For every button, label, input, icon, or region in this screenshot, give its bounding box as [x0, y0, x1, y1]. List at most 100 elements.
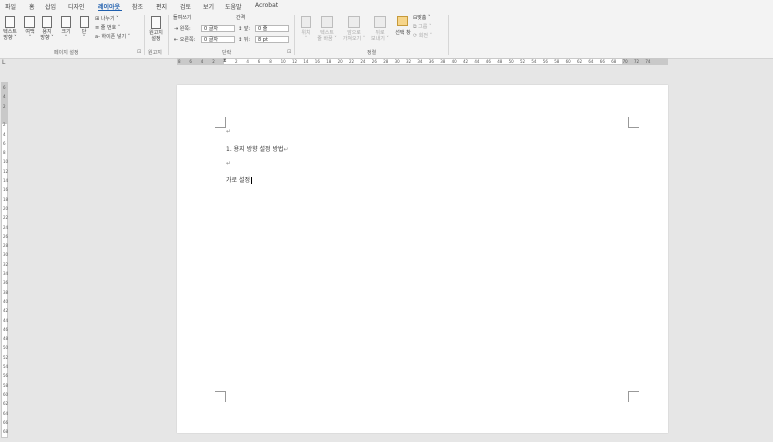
ruler-number: 68 [3, 429, 9, 435]
ruler-number: 62 [577, 59, 583, 64]
body-paragraph[interactable]: 가로 설정 [226, 175, 252, 184]
paragraph-mark: ↵ [226, 160, 232, 167]
ribbon-tab-bar: 파일 홈 삽입 디자인 레이아웃 참조 편지 검토 보기 도움말 Acrobat [0, 0, 773, 13]
line-numbers-icon: ≡ [95, 25, 100, 31]
ruler-number: 64 [3, 410, 9, 416]
bring-forward-icon[interactable] [348, 16, 360, 28]
ruler-number: 30 [394, 59, 400, 64]
selection-pane-button[interactable]: 선택 창 [392, 30, 414, 36]
ruler-number: 24 [360, 59, 366, 64]
send-backward-icon[interactable] [374, 16, 386, 28]
horizontal-ruler[interactable] [177, 58, 668, 65]
bring-forward-label-2: 가져오기 ˅ [342, 36, 366, 42]
tab-stop-selector[interactable]: L [2, 59, 5, 66]
position-icon[interactable] [301, 16, 311, 28]
indent-left-input[interactable]: 0 글자 [201, 25, 235, 32]
crop-mark-bottom-left [215, 391, 226, 402]
ruler-number: 2 [3, 103, 6, 109]
ruler-number: 46 [3, 326, 9, 332]
ruler-number: 8 [269, 59, 272, 64]
columns-button[interactable]: 단 ˅ [77, 29, 91, 41]
body-text: 가로 설정 [226, 177, 250, 184]
paragraph-empty-2[interactable]: ↵ [226, 160, 231, 167]
crop-mark-bottom-right [628, 391, 639, 402]
page-setup-launcher-icon[interactable]: ⊡ [137, 49, 141, 55]
indent-marker-icon[interactable]: ⧗ [223, 58, 227, 64]
tab-mailings[interactable]: 편지 [156, 2, 167, 11]
tab-acrobat[interactable]: Acrobat [255, 2, 278, 9]
indent-title: 들여쓰기 [173, 15, 192, 21]
text-direction-icon[interactable] [5, 16, 15, 28]
spacing-after-text: 뒤: [243, 37, 251, 43]
margins-button[interactable]: 여백 ˅ [22, 29, 38, 41]
indent-right-label: ⇤ 오른쪽: [174, 37, 195, 43]
spacing-before-value: 0 줄 [258, 26, 268, 32]
indent-right-icon: ⇤ [174, 37, 179, 43]
paragraph-empty-1[interactable]: ↵ [226, 128, 231, 135]
orientation-button[interactable]: 용지 방향 ˅ [38, 29, 56, 41]
group-label-arrange: 정렬 [367, 50, 377, 56]
manuscript-button[interactable]: 원고지 설정 [146, 30, 166, 42]
ruler-number: 40 [3, 298, 9, 304]
hyphenation-button[interactable]: a- 하이픈 넣기 ˅ [95, 34, 130, 40]
position-button[interactable]: 위치 ˅ [298, 30, 314, 42]
rotate-button[interactable]: ⟳ 회전 ˅ [413, 33, 432, 39]
hyphenation-icon: a- [95, 34, 100, 40]
ruler-number: 18 [3, 196, 9, 202]
tab-references[interactable]: 참조 [132, 2, 143, 11]
tab-file[interactable]: 파일 [5, 2, 16, 11]
ruler-number: 26 [371, 59, 377, 64]
selection-pane-icon[interactable] [397, 16, 408, 26]
spacing-after-value: 8 pt [258, 37, 268, 43]
ribbon-separator [144, 15, 145, 55]
tab-home[interactable]: 홈 [29, 2, 35, 11]
heading-paragraph[interactable]: 1. 용지 방향 설정 방법↵ [226, 144, 289, 153]
ruler-number: 42 [3, 308, 9, 314]
manuscript-icon[interactable] [151, 16, 161, 29]
indent-right-input[interactable]: 0 글자 [201, 36, 235, 43]
tab-review[interactable]: 검토 [180, 2, 191, 11]
ruler-number: 4 [200, 59, 204, 64]
ruler-number: 64 [588, 59, 594, 64]
ruler-number: 54 [3, 364, 9, 369]
wrap-text-button[interactable]: 텍스트 줄 바꿈 ˅ [315, 30, 339, 42]
size-button[interactable]: 크기 ˅ [58, 29, 74, 41]
line-numbers-button[interactable]: ≡ 줄 번호 ˅ [95, 25, 120, 31]
group-button[interactable]: ⧉ 그룹 ˅ [413, 24, 431, 30]
ruler-number: 38 [440, 59, 446, 64]
ruler-number: 2 [212, 59, 215, 64]
indent-left-icon: ⇥ [174, 26, 179, 32]
ruler-number: 56 [542, 59, 548, 64]
spacing-after-input[interactable]: 8 pt [255, 36, 289, 43]
breaks-button[interactable]: ⊞ 나누기 ˅ [95, 16, 119, 22]
size-label-2: ˅ [64, 35, 68, 41]
tab-help[interactable]: 도움말 [225, 2, 242, 11]
ribbon-layout: 텍스트 방향 ˅ 여백 ˅ 용지 방향 ˅ 크기 ˅ 단 ˅ ⊞ 나누기 ˅ ≡ 줄 번호… [0, 13, 773, 59]
columns-icon[interactable] [80, 16, 89, 28]
tab-view[interactable]: 보기 [203, 2, 214, 11]
bring-forward-button[interactable]: 앞으로 가져오기 ˅ [341, 30, 367, 42]
align-button[interactable]: ⊟맞춤 ˅ [413, 15, 431, 21]
ruler-number: 6 [3, 140, 6, 146]
ruler-number: 66 [599, 59, 605, 64]
ruler-number: 74 [645, 59, 651, 64]
indent-right-value: 0 글자 [204, 37, 218, 43]
tab-insert[interactable]: 삽입 [45, 2, 56, 11]
rotate-icon: ⟳ [413, 33, 418, 39]
ruler-number: 2 [235, 59, 238, 64]
ruler-number: 14 [303, 59, 309, 64]
spacing-before-input[interactable]: 0 줄 [255, 25, 289, 32]
ruler-number: 10 [280, 59, 286, 64]
margins-icon[interactable] [24, 16, 35, 28]
orientation-icon[interactable] [42, 16, 52, 28]
ruler-number: 16 [3, 187, 9, 193]
wrap-text-icon[interactable] [321, 16, 333, 28]
ruler-number: 32 [406, 59, 412, 64]
document-page[interactable]: ↵ 1. 용지 방향 설정 방법↵ ↵ 가로 설정 [177, 85, 668, 433]
send-backward-button[interactable]: 뒤로 보내기 ˅ [369, 30, 391, 42]
tab-design[interactable]: 디자인 [68, 2, 85, 11]
ruler-number: 8 [3, 150, 6, 156]
paragraph-launcher-icon[interactable]: ⊡ [287, 49, 291, 55]
text-direction-button[interactable]: 텍스트 방향 ˅ [2, 29, 18, 41]
size-icon[interactable] [61, 16, 71, 28]
